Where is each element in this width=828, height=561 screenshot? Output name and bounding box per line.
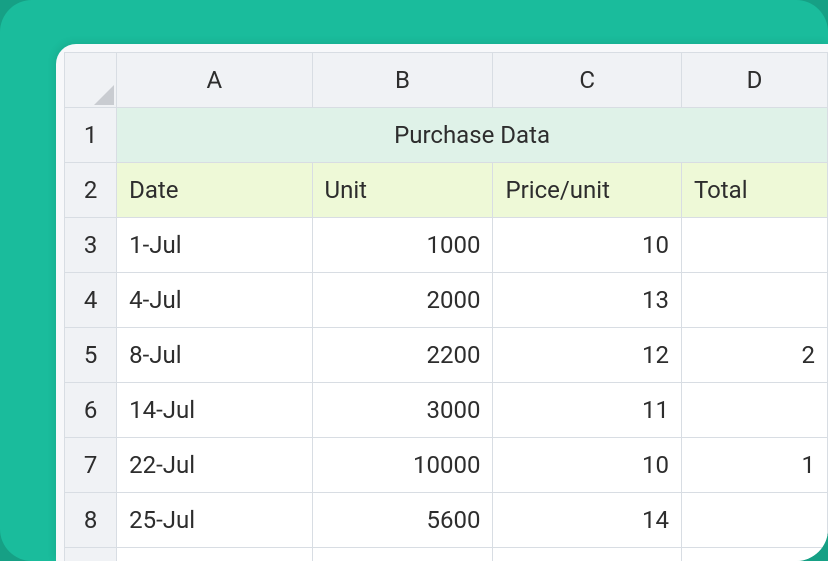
cell-d7[interactable]: 1 — [681, 438, 827, 493]
cell-d6[interactable] — [681, 383, 827, 438]
cell-b7[interactable]: 10000 — [312, 438, 493, 493]
cell-a5[interactable]: 8-Jul — [117, 328, 312, 383]
cell-c4[interactable]: 13 — [493, 273, 681, 328]
cell-a8[interactable]: 25-Jul — [117, 493, 312, 548]
cell-a7[interactable]: 22-Jul — [117, 438, 312, 493]
cell-c3[interactable]: 10 — [493, 218, 681, 273]
cell-b5[interactable]: 2200 — [312, 328, 493, 383]
cell-b6[interactable]: 3000 — [312, 383, 493, 438]
cell-b8[interactable]: 5600 — [312, 493, 493, 548]
cell-title[interactable]: Purchase Data — [117, 108, 828, 163]
cell-d8[interactable] — [681, 493, 827, 548]
cell-c7[interactable]: 10 — [493, 438, 681, 493]
cell-c6[interactable]: 11 — [493, 383, 681, 438]
column-header-a[interactable]: A — [117, 53, 312, 108]
cell-d5[interactable]: 2 — [681, 328, 827, 383]
row-header-3[interactable]: 3 — [65, 218, 117, 273]
cell-c8[interactable]: 14 — [493, 493, 681, 548]
cell-header-date[interactable]: Date — [117, 163, 312, 218]
spreadsheet-panel: A B C D 1 Purchase Data 2 Date Unit Pric… — [56, 44, 828, 561]
row-header-5[interactable]: 5 — [65, 328, 117, 383]
cell-d3[interactable] — [681, 218, 827, 273]
corner-triangle-icon — [94, 85, 114, 105]
cell-a6[interactable]: 14-Jul — [117, 383, 312, 438]
column-header-b[interactable]: B — [312, 53, 493, 108]
select-all-corner[interactable] — [65, 53, 117, 108]
spreadsheet-grid[interactable]: A B C D 1 Purchase Data 2 Date Unit Pric… — [64, 52, 828, 561]
cell-header-total[interactable]: Total — [681, 163, 827, 218]
row-header-8[interactable]: 8 — [65, 493, 117, 548]
cell-header-price[interactable]: Price/unit — [493, 163, 681, 218]
row-header-1[interactable]: 1 — [65, 108, 117, 163]
cell-b9[interactable]: 7200 — [312, 548, 493, 561]
cell-a9[interactable]: 30-Jul — [117, 548, 312, 561]
row-header-7[interactable]: 7 — [65, 438, 117, 493]
cell-b3[interactable]: 1000 — [312, 218, 493, 273]
column-header-d[interactable]: D — [681, 53, 827, 108]
cell-a3[interactable]: 1-Jul — [117, 218, 312, 273]
cell-c5[interactable]: 12 — [493, 328, 681, 383]
row-header-9[interactable]: 9 — [65, 548, 117, 561]
cell-b4[interactable]: 2000 — [312, 273, 493, 328]
cell-header-unit[interactable]: Unit — [312, 163, 493, 218]
cell-c9[interactable]: 13 — [493, 548, 681, 561]
cell-d4[interactable] — [681, 273, 827, 328]
row-header-2[interactable]: 2 — [65, 163, 117, 218]
cell-d9[interactable] — [681, 548, 827, 561]
row-header-4[interactable]: 4 — [65, 273, 117, 328]
app-frame: A B C D 1 Purchase Data 2 Date Unit Pric… — [0, 0, 828, 561]
column-header-c[interactable]: C — [493, 53, 681, 108]
cell-a4[interactable]: 4-Jul — [117, 273, 312, 328]
row-header-6[interactable]: 6 — [65, 383, 117, 438]
